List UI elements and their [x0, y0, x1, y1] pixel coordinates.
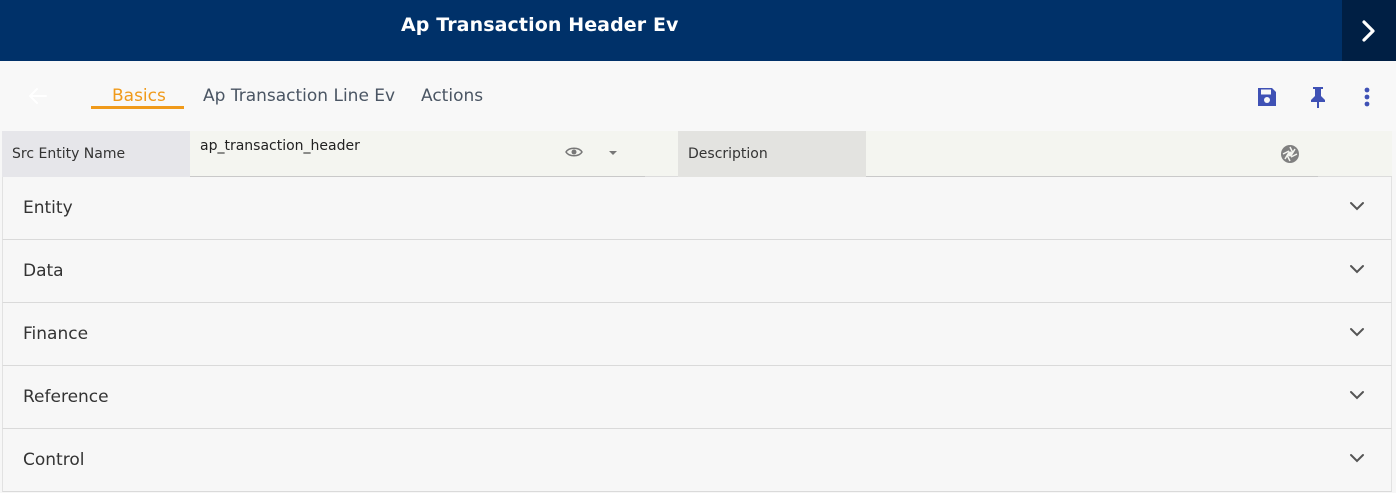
tab-basics[interactable]: Basics	[112, 86, 166, 106]
chevron-down-icon	[1350, 454, 1364, 463]
pin-button[interactable]	[1305, 84, 1331, 110]
chevron-right-icon	[1362, 19, 1375, 42]
app-header: Ap Transaction Header Ev	[0, 0, 1396, 61]
basics-field-row: Src Entity Name Description	[2, 131, 1392, 177]
section-control[interactable]: Control	[2, 429, 1392, 492]
section-finance[interactable]: Finance	[2, 303, 1392, 366]
section-label: Data	[23, 261, 64, 281]
more-vertical-icon	[1364, 87, 1370, 107]
arrow-left-icon	[29, 88, 47, 104]
tab-ap-transaction-line-ev[interactable]: Ap Transaction Line Ev	[203, 86, 395, 106]
src-entity-name-input[interactable]	[200, 138, 560, 154]
tab-actions[interactable]: Actions	[421, 86, 483, 106]
chevron-down-icon	[1350, 202, 1364, 211]
aperture-icon[interactable]	[1280, 144, 1300, 164]
expand-panel-button[interactable]	[1342, 0, 1396, 61]
description-label: Description	[678, 131, 866, 177]
eye-icon[interactable]	[565, 145, 583, 159]
section-data[interactable]: Data	[2, 240, 1392, 303]
dropdown-caret-icon[interactable]	[609, 151, 617, 155]
section-label: Finance	[23, 324, 89, 344]
more-options-button[interactable]	[1354, 84, 1380, 110]
save-icon	[1258, 88, 1276, 106]
description-field[interactable]	[866, 131, 1318, 177]
src-entity-name-label: Src Entity Name	[2, 131, 190, 177]
section-label: Reference	[23, 387, 109, 407]
chevron-down-icon	[1350, 328, 1364, 337]
pin-icon	[1311, 87, 1325, 108]
chevron-down-icon	[1350, 265, 1364, 274]
section-label: Entity	[23, 198, 73, 218]
section-label: Control	[23, 450, 85, 470]
page-title: Ap Transaction Header Ev	[401, 14, 679, 36]
tab-toolbar: Basics Ap Transaction Line Ev Actions	[0, 61, 1396, 131]
chevron-down-icon	[1350, 391, 1364, 400]
section-entity[interactable]: Entity	[2, 177, 1392, 240]
section-reference[interactable]: Reference	[2, 366, 1392, 429]
src-entity-name-field	[190, 131, 645, 177]
back-button[interactable]	[27, 85, 49, 107]
save-button[interactable]	[1254, 84, 1280, 110]
active-tab-indicator	[91, 106, 184, 109]
